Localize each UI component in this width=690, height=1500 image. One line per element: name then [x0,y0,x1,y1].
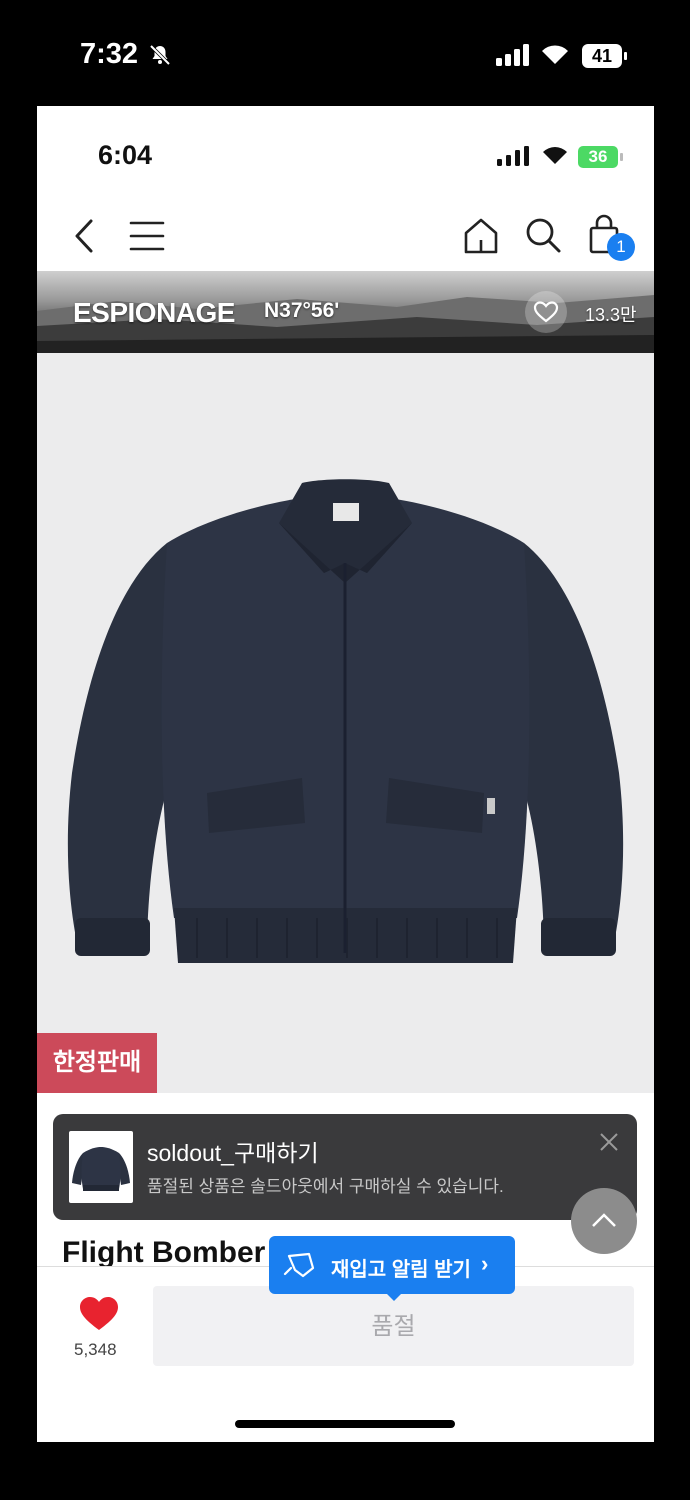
tooltip-pointer [385,1292,403,1301]
brand-banner[interactable]: ESPIONAGE N37°56' 13.3만 [37,271,654,353]
chevron-right-icon: › [481,1251,489,1276]
app-screen: 6:04 36 1 ESPIONAGE N37°56' 13.3만 한정판매 s… [37,106,654,1442]
back-arrow-icon[interactable] [69,211,99,261]
product-like-count: 5,348 [74,1340,117,1359]
toast-subtitle: 품절된 상품은 솔드아웃에서 구매하실 수 있습니다. [147,1177,504,1196]
brand-coordinate: N37°56' [264,299,340,322]
heart-filled-icon[interactable] [79,1296,119,1332]
heart-outline-icon [533,301,559,323]
product-title: Flight Bomber [62,1236,266,1269]
search-icon[interactable] [523,211,563,261]
soldout-toast[interactable]: soldout_구매하기 품절된 상품은 솔드아웃에서 구매하실 수 있습니다. [53,1114,637,1220]
jacket-image [67,479,624,963]
home-icon[interactable] [461,211,501,261]
top-nav [37,201,654,271]
toast-title: soldout_구매하기 [147,1140,319,1166]
limited-edition-badge: 한정판매 [37,1033,157,1093]
chevron-up-icon [592,1213,616,1227]
outer-clock: 7:32 [80,38,139,70]
battery-level: 36 [588,147,608,166]
bell-off-icon [149,44,171,66]
product-image-area[interactable]: 한정판매 [37,353,654,1093]
outer-status-bar: 7:32 41 [0,0,690,106]
brand-like-button[interactable] [525,291,567,333]
signal-icon [497,146,529,166]
home-indicator [235,1420,455,1428]
jacket-thumbnail-image [72,1147,130,1191]
battery-level: 41 [591,46,613,66]
close-icon[interactable] [597,1130,621,1154]
scroll-to-top-button[interactable] [571,1188,637,1254]
toast-product-thumbnail [69,1131,133,1203]
bell-icon [283,1252,315,1278]
battery-indicator: 41 [582,44,627,68]
menu-icon[interactable] [127,211,167,261]
inner-clock: 6:04 [98,140,153,170]
restock-alert-button[interactable]: 재입고 알림 받기 › [269,1236,515,1301]
cart-count-badge: 1 [607,233,635,261]
wifi-icon [543,147,567,164]
signal-icon [496,44,529,66]
wifi-icon [542,45,568,64]
brand-like-count: 13.3만 [585,305,637,325]
restock-alert-label: 재입고 알림 받기 [331,1259,471,1281]
brand-name: ESPIONAGE [73,297,235,328]
battery-indicator: 36 [578,146,623,168]
